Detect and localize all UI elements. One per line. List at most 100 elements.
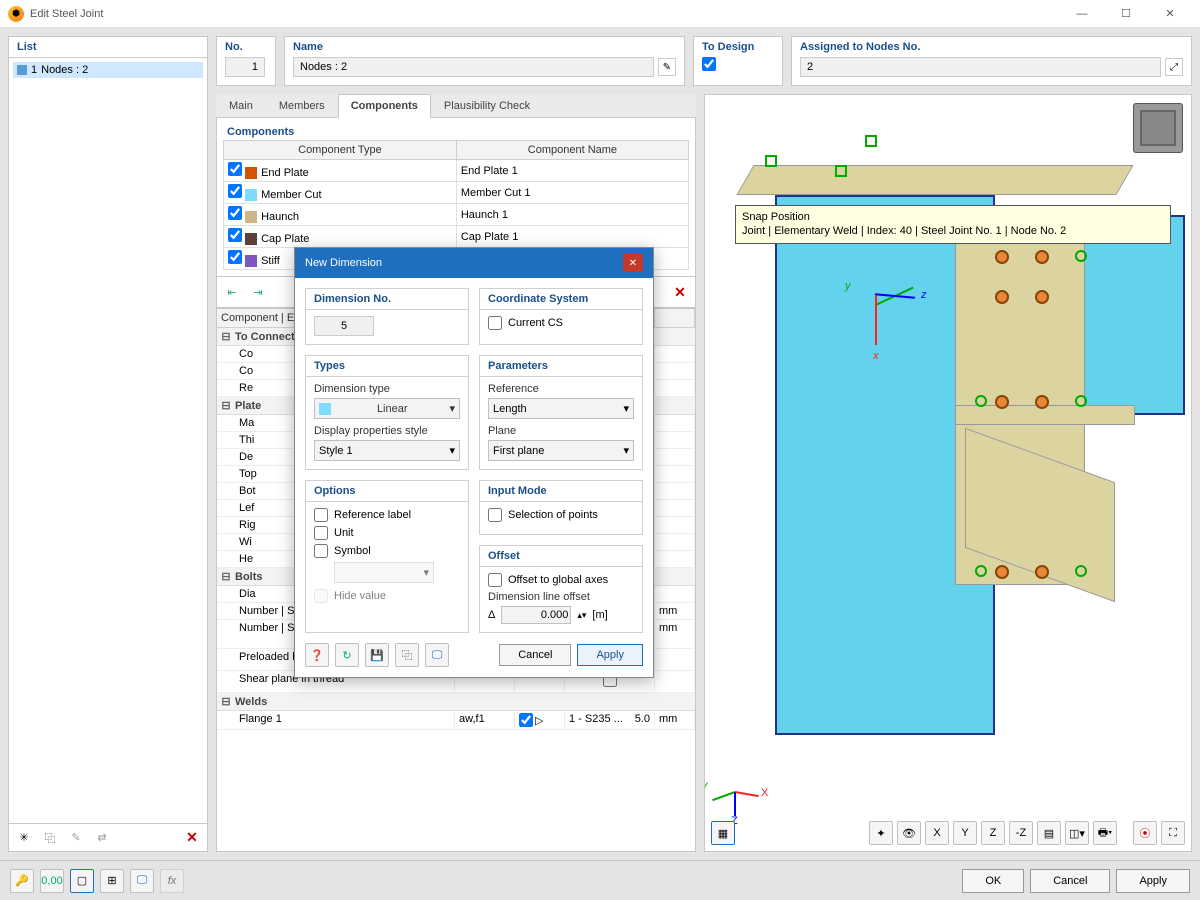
help-icon[interactable]: ❓ xyxy=(305,643,329,667)
table-row[interactable]: HaunchHaunch 1 xyxy=(224,204,689,226)
view-negz-icon[interactable]: -Z xyxy=(1009,821,1033,845)
no-card: No. 1 xyxy=(216,36,276,86)
footer-fx-icon[interactable]: fx xyxy=(160,869,184,893)
apply-button[interactable]: Apply xyxy=(1116,869,1190,893)
footer: 🔑 0,00 ▢ ⊞ 🖵 fx OK Cancel Apply xyxy=(0,860,1200,900)
footer-key-icon[interactable]: 🔑 xyxy=(10,869,34,893)
view-expand-icon[interactable]: ⛶ xyxy=(1161,821,1185,845)
footer-view1-icon[interactable]: ▢ xyxy=(70,869,94,893)
view-z-icon[interactable]: Z xyxy=(981,821,1005,845)
dim-offset-input[interactable] xyxy=(501,606,571,624)
current-cs-checkbox[interactable] xyxy=(488,316,502,330)
ref-label-checkbox[interactable] xyxy=(314,508,328,522)
footer-units-icon[interactable]: 0,00 xyxy=(40,869,64,893)
delete-component-button[interactable]: ✕ xyxy=(669,281,691,303)
row-checkbox[interactable] xyxy=(228,206,242,220)
new-icon[interactable]: ✳ xyxy=(13,827,35,849)
view-ucs-icon[interactable]: ✦ xyxy=(869,821,893,845)
disp-style-select[interactable]: Style 1▾ xyxy=(314,440,460,461)
plane-label: Plane xyxy=(488,425,634,437)
name-label: Name xyxy=(293,41,676,53)
dim-type-select[interactable]: Linear▾ xyxy=(314,398,460,419)
view-render-icon[interactable]: ◫▾ xyxy=(1065,821,1089,845)
row-checkbox[interactable] xyxy=(228,184,242,198)
group-welds[interactable]: ⊟Welds xyxy=(217,693,695,711)
symbol-select: ▾ xyxy=(334,562,434,583)
list-item[interactable]: 1 Nodes : 2 xyxy=(13,62,203,78)
types-title: Types xyxy=(306,356,468,377)
col-name: Component Name xyxy=(456,141,688,160)
modal-apply-button[interactable]: Apply xyxy=(577,644,643,666)
view-x-icon[interactable]: X xyxy=(925,821,949,845)
footer-screen-icon[interactable]: 🖵 xyxy=(130,869,154,893)
hide-value-checkbox xyxy=(314,589,328,603)
weld-checkbox[interactable] xyxy=(519,713,533,727)
tab-plausibility[interactable]: Plausibility Check xyxy=(431,94,543,117)
ref-select[interactable]: Length▾ xyxy=(488,398,634,419)
dim-offset-label: Dimension line offset xyxy=(488,591,634,603)
minimize-button[interactable]: — xyxy=(1060,0,1104,28)
symbol-checkbox[interactable] xyxy=(314,544,328,558)
pick-node-icon[interactable]: ⤢ xyxy=(1165,58,1183,76)
save-icon[interactable]: 💾 xyxy=(365,643,389,667)
row-checkbox[interactable] xyxy=(228,228,242,242)
name-card: Name ✎ xyxy=(284,36,685,86)
view-snap-icon[interactable]: ⦿ xyxy=(1133,821,1157,845)
offset-global-checkbox[interactable] xyxy=(488,573,502,587)
chevron-down-icon: ▾ xyxy=(449,444,455,457)
todesign-checkbox[interactable] xyxy=(702,57,716,71)
copy-icon[interactable]: ⿻ xyxy=(39,827,61,849)
table-row[interactable]: End PlateEnd Plate 1 xyxy=(224,160,689,182)
view-iso-icon[interactable]: ▤ xyxy=(1037,821,1061,845)
tooltip-line2: Joint | Elementary Weld | Index: 40 | St… xyxy=(742,224,1164,238)
list-header: List xyxy=(9,37,207,58)
swatch-icon xyxy=(245,211,257,223)
tab-components[interactable]: Components xyxy=(338,94,431,118)
assigned-label: Assigned to Nodes No. xyxy=(800,41,1183,53)
todesign-card: To Design xyxy=(693,36,783,86)
plane-select[interactable]: First plane▾ xyxy=(488,440,634,461)
table-row[interactable]: Member CutMember Cut 1 xyxy=(224,182,689,204)
ref-label: Reference xyxy=(488,383,634,395)
tab-members[interactable]: Members xyxy=(266,94,338,117)
copy-modal-icon[interactable]: ⿻ xyxy=(395,643,419,667)
delete-button[interactable]: ✕ xyxy=(181,827,203,849)
maximize-button[interactable]: ☐ xyxy=(1104,0,1148,28)
cancel-button[interactable]: Cancel xyxy=(1030,869,1110,893)
window-title: Edit Steel Joint xyxy=(30,8,103,20)
screen-icon[interactable]: 🖵 xyxy=(425,643,449,667)
dim-no-title: Dimension No. xyxy=(306,289,468,310)
input-mode-title: Input Mode xyxy=(480,481,642,502)
unit-checkbox[interactable] xyxy=(314,526,328,540)
spinner-icon[interactable]: ▴▾ xyxy=(577,610,586,621)
view-print-icon[interactable]: 🖶▾ xyxy=(1093,821,1117,845)
tool3-icon[interactable]: ✎ xyxy=(65,827,87,849)
table-row[interactable]: Cap PlateCap Plate 1 xyxy=(224,226,689,248)
view-frame-icon[interactable]: ▦ xyxy=(711,821,735,845)
row-checkbox[interactable] xyxy=(228,162,242,176)
assigned-input[interactable] xyxy=(800,57,1161,77)
disp-label: Display properties style xyxy=(314,425,460,437)
view-eye-icon[interactable]: 👁 xyxy=(897,821,921,845)
name-input[interactable] xyxy=(293,57,654,77)
view-y-icon[interactable]: Y xyxy=(953,821,977,845)
tooltip-line1: Snap Position xyxy=(742,210,1164,224)
footer-view2-icon[interactable]: ⊞ xyxy=(100,869,124,893)
close-button[interactable]: ✕ xyxy=(1148,0,1192,28)
modal-close-button[interactable]: ✕ xyxy=(623,254,643,272)
tab-main[interactable]: Main xyxy=(216,94,266,117)
new-dimension-dialog: New Dimension ✕ Dimension No. 5 Coordina… xyxy=(294,247,654,678)
selection-points-checkbox[interactable] xyxy=(488,508,502,522)
move-right-icon[interactable]: ⇥ xyxy=(247,281,269,303)
modal-cancel-button[interactable]: Cancel xyxy=(499,644,571,666)
navcube-icon[interactable] xyxy=(1133,103,1183,153)
dim-type-label: Dimension type xyxy=(314,383,460,395)
tool4-icon[interactable]: ⇄ xyxy=(91,827,113,849)
view-3d-panel[interactable]: y z x Snap Position Joint | Elementary W… xyxy=(704,94,1192,852)
refresh-icon[interactable]: ↻ xyxy=(335,643,359,667)
chevron-down-icon: ▾ xyxy=(449,402,455,415)
rename-icon[interactable]: ✎ xyxy=(658,58,676,76)
move-left-icon[interactable]: ⇤ xyxy=(221,281,243,303)
row-checkbox[interactable] xyxy=(228,250,242,264)
ok-button[interactable]: OK xyxy=(962,869,1024,893)
